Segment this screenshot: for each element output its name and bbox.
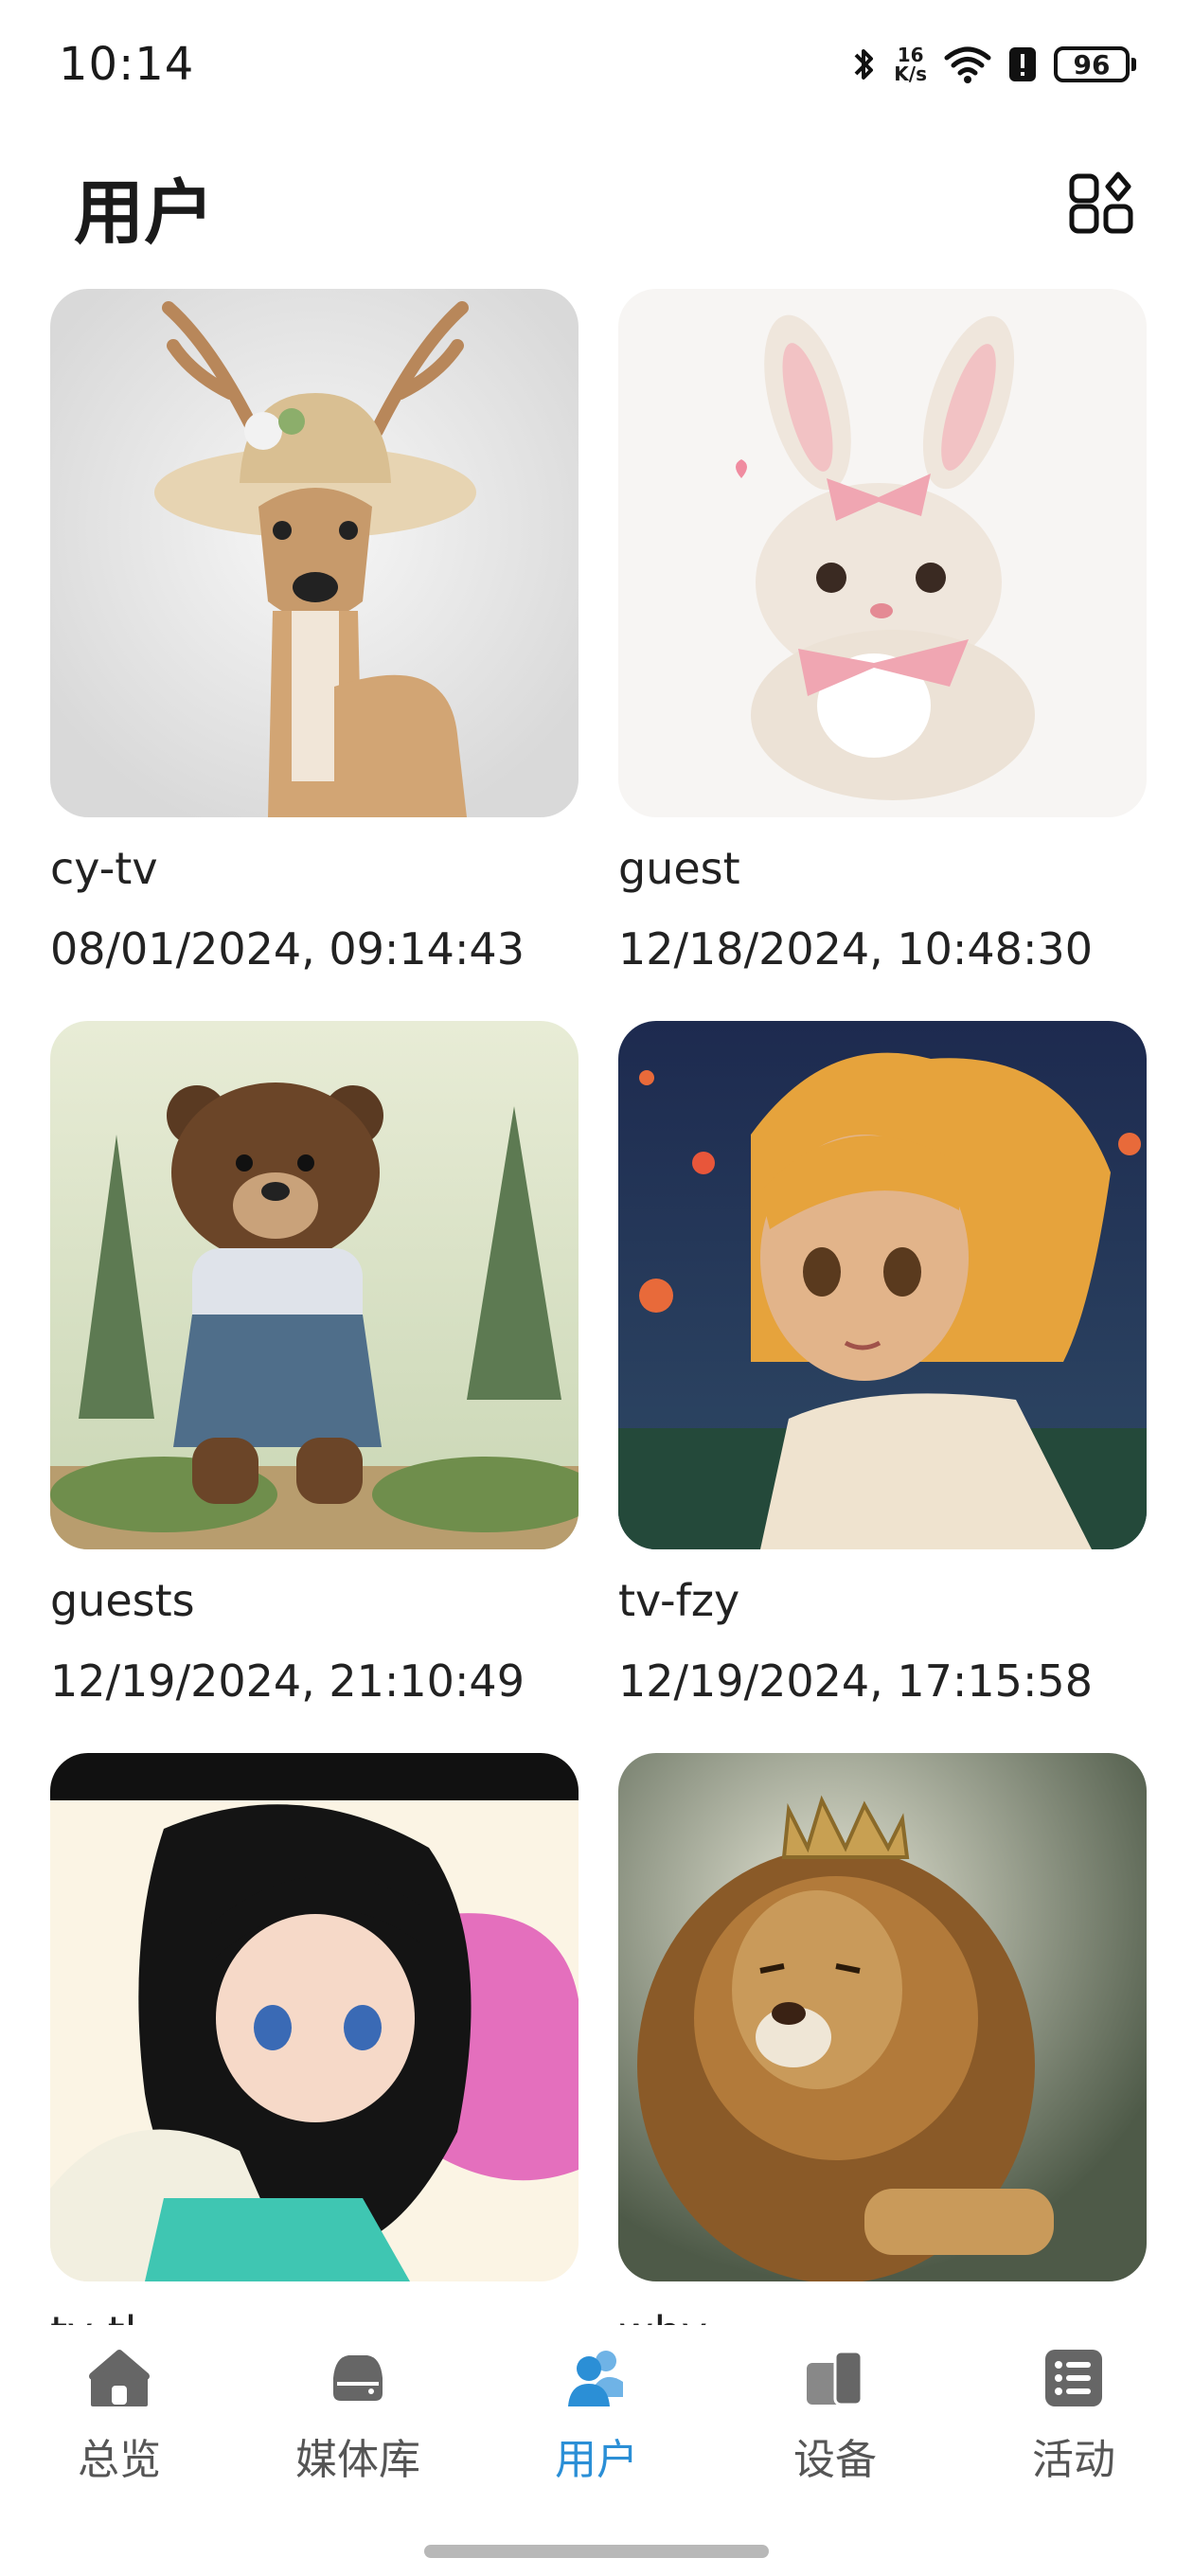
home-icon — [89, 2350, 150, 2406]
devices-icon — [807, 2350, 864, 2406]
user-card[interactable]: cy-tv 08/01/2024, 09:14:43 — [50, 289, 579, 975]
user-name: guests — [50, 1575, 195, 1626]
nav-label-users: 用户 — [555, 2436, 638, 2484]
nav-item-overview[interactable]: 总览 — [25, 2344, 214, 2505]
nav-label-devices: 设备 — [793, 2436, 877, 2484]
nav-label-activity: 活动 — [1032, 2436, 1115, 2484]
nav-item-users[interactable]: 用户 — [502, 2344, 691, 2505]
activity-icon — [1045, 2350, 1102, 2406]
bear-avatar-image — [50, 1021, 579, 1549]
nav-label-media-library: 媒体库 — [295, 2436, 420, 2484]
user-last-seen: 12/18/2024, 10:48:30 — [618, 923, 1093, 975]
user-avatar — [618, 289, 1147, 817]
user-avatar — [50, 289, 579, 817]
media-library-icon — [333, 2355, 383, 2401]
users-icon — [568, 2351, 623, 2406]
nav-item-devices[interactable]: 设备 — [740, 2344, 930, 2505]
home-indicator[interactable] — [424, 2545, 769, 2558]
user-avatar — [618, 1753, 1147, 2281]
nav-label-overview: 总览 — [78, 2436, 161, 2484]
user-last-seen: 08/01/2024, 09:14:43 — [50, 923, 525, 975]
user-card[interactable]: tv-tl — [50, 1753, 579, 2330]
user-card[interactable]: tv-fzy 12/19/2024, 17:15:58 — [618, 1021, 1147, 1707]
anime-girl-avatar-image — [618, 1021, 1147, 1549]
nav-item-activity[interactable]: 活动 — [979, 2344, 1168, 2505]
user-name: guest — [618, 843, 740, 894]
user-avatar — [618, 1021, 1147, 1549]
bunny-avatar-image — [618, 289, 1147, 817]
user-grid: cy-tv 08/01/2024, 09:14:43 guest 12/18/2… — [0, 0, 1193, 2330]
user-card[interactable]: guest 12/18/2024, 10:48:30 — [618, 289, 1147, 975]
user-name: cy-tv — [50, 843, 158, 894]
user-card[interactable]: why — [618, 1753, 1147, 2330]
user-avatar — [50, 1021, 579, 1549]
lion-avatar-image — [618, 1753, 1147, 2281]
user-last-seen: 12/19/2024, 21:10:49 — [50, 1655, 525, 1707]
bottom-navigation: 总览 媒体库 用户 设备 活动 — [0, 2325, 1193, 2576]
anime-girl-dark-avatar-image — [50, 1753, 579, 2281]
deer-avatar-image — [50, 289, 579, 817]
nav-item-media-library[interactable]: 媒体库 — [263, 2344, 453, 2505]
user-avatar — [50, 1753, 579, 2281]
user-name: tv-fzy — [618, 1575, 740, 1626]
user-last-seen: 12/19/2024, 17:15:58 — [618, 1655, 1093, 1707]
user-card[interactable]: guests 12/19/2024, 21:10:49 — [50, 1021, 579, 1707]
